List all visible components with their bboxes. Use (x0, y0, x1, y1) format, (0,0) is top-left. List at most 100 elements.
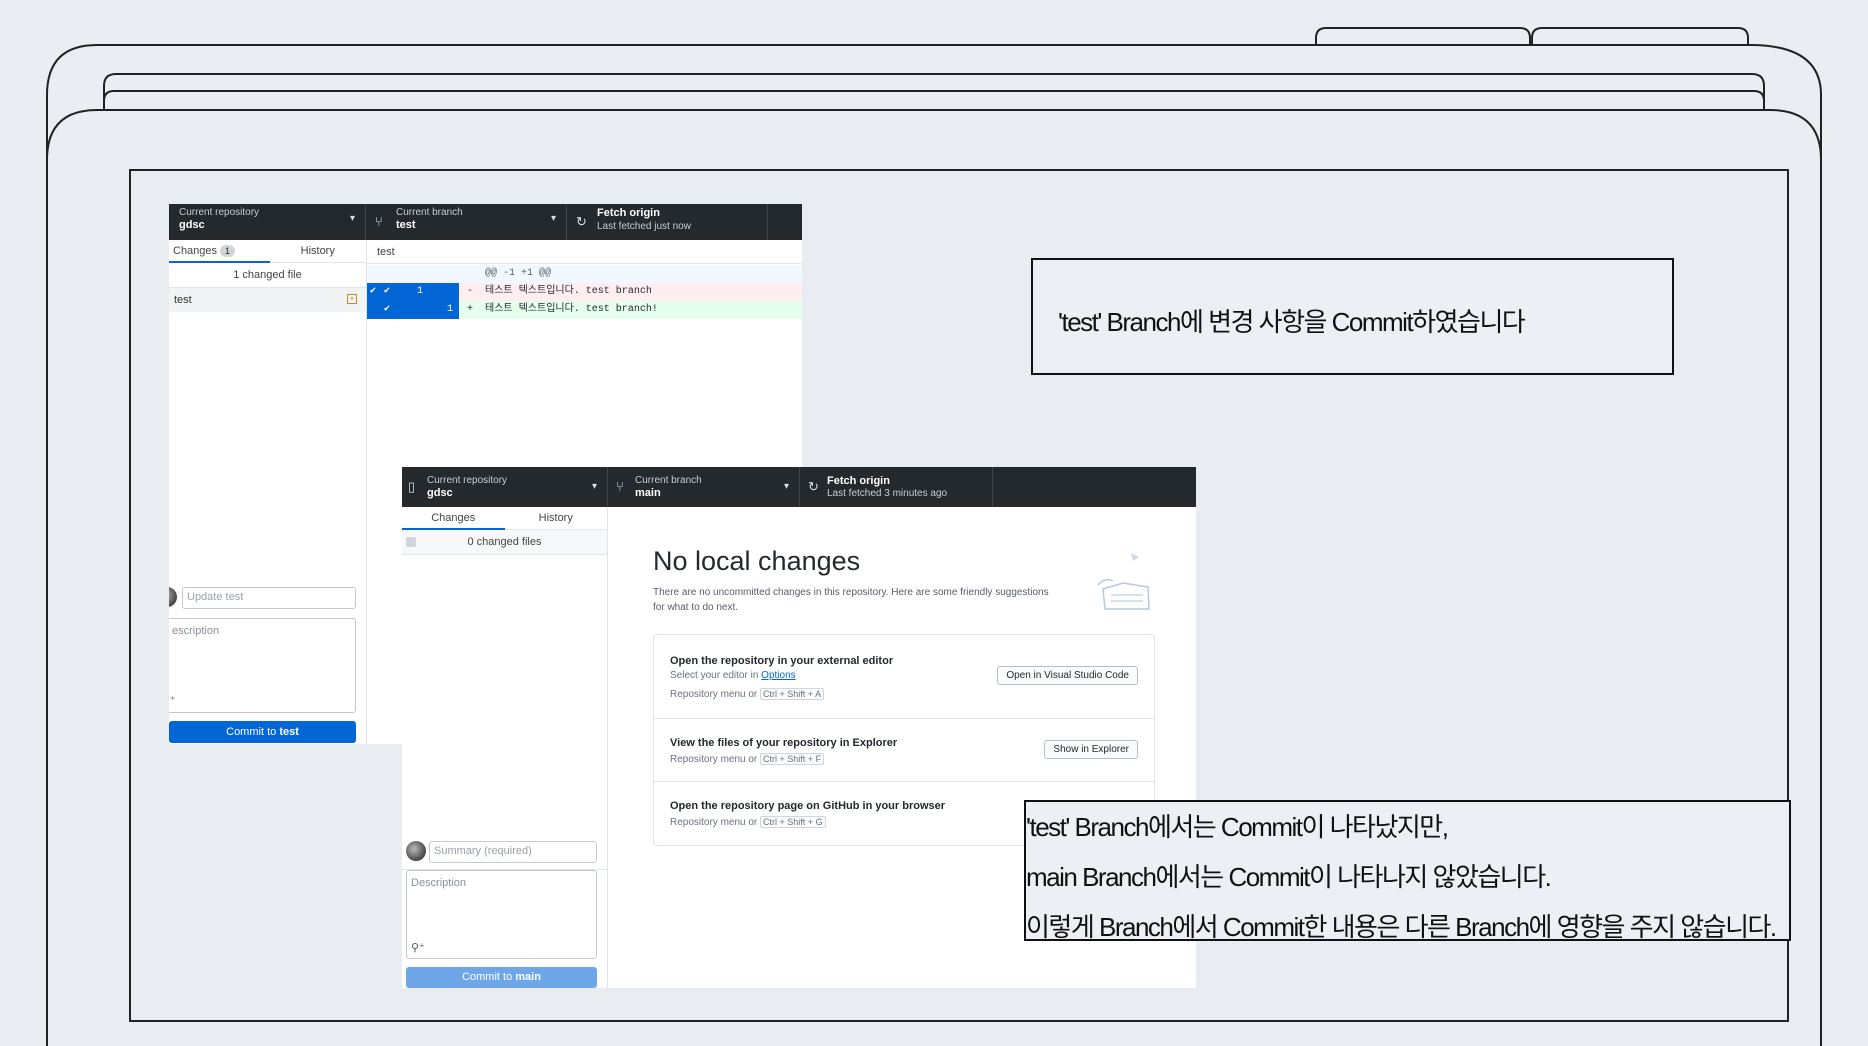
fetch-sub: Last fetched 3 minutes ago (827, 488, 948, 499)
shortcut-keys: Ctrl + Shift + G (760, 816, 826, 828)
diff-line-added[interactable]: ✔ 1 + 테스트 텍스트입니다. test branch! (367, 301, 802, 319)
tab-history[interactable]: History (505, 507, 608, 529)
no-changes-subtext: There are no uncommitted changes in this… (653, 585, 1049, 615)
file-name: test (174, 294, 192, 306)
current-repository-button[interactable]: Current repository gdsc ▾ (169, 204, 366, 240)
diff-file-header: test (367, 240, 802, 264)
repo-name: gdsc (179, 219, 205, 231)
tab-changes-label: Changes (431, 512, 476, 524)
annotation-text: 'test' Branch에 변경 사항을 Commit하였습니다 (1058, 307, 1526, 337)
branch-label: Current branch (635, 475, 702, 486)
new-line-number: 1 (447, 304, 454, 315)
list-item[interactable]: test • (169, 288, 366, 312)
show-in-explorer-button[interactable]: Show in Explorer (1044, 740, 1138, 759)
branch-icon: ⑂ (616, 479, 624, 494)
commit-prefix: Commit to (226, 726, 280, 738)
options-link[interactable]: Options (761, 670, 795, 681)
current-branch-button[interactable]: ⑂ Current branch main ▾ (608, 467, 800, 507)
commit-branch: main (515, 971, 541, 983)
chevron-down-icon: ▾ (550, 213, 556, 224)
fetch-title: Fetch origin (597, 207, 660, 219)
old-line-number: 1 (417, 286, 424, 297)
changes-count-badge: 1 (220, 245, 236, 257)
changed-files-count: 1 changed file (233, 269, 302, 281)
card-shortcut: Repository menu or Ctrl + Shift + F (670, 753, 825, 765)
tab-changes[interactable]: Changes 1 (169, 240, 270, 263)
shortcut-prefix: Repository menu or (670, 689, 761, 700)
shortcut-keys: Ctrl + Shift + A (760, 688, 825, 700)
branch-icon: ⑂ (375, 214, 383, 229)
card-sub-prefix: Select your editor in (670, 670, 762, 681)
line-gutter[interactable]: ✔ ✔ 1 (367, 283, 459, 301)
shortcut-keys: Ctrl + Shift + F (760, 753, 825, 765)
open-in-editor-button[interactable]: Open in Visual Studio Code (997, 666, 1138, 685)
description-input[interactable]: escription ⁺ (169, 618, 356, 713)
check-icon: ✔ (384, 304, 391, 315)
card-shortcut: Repository menu or Ctrl + Shift + A (670, 688, 825, 700)
repo-label: Current repository (179, 207, 260, 218)
tab-history[interactable]: History (270, 240, 367, 262)
tab-history-label: History (538, 512, 573, 524)
add-coauthor-icon[interactable]: ⚲⁺ (411, 941, 425, 954)
select-all-checkbox[interactable] (406, 537, 416, 547)
fetch-origin-button[interactable]: ↻ Fetch origin Last fetched 3 minutes ag… (800, 467, 993, 507)
suggestion-card-editor: Open the repository in your external edi… (654, 635, 1154, 718)
card-title: Open the repository page on GitHub in yo… (670, 800, 946, 812)
subtext-line-2: for what to do next. (653, 602, 739, 613)
toolbar: Current repository gdsc ▾ ⑂ Current bran… (169, 204, 802, 240)
card-shortcut: Repository menu or Ctrl + Shift + G (670, 816, 826, 828)
commit-button[interactable]: Commit to test (169, 721, 356, 743)
fetch-origin-button[interactable]: ↻ Fetch origin Last fetched just now (567, 204, 768, 240)
avatar (406, 841, 426, 861)
check-icon: ✔ (370, 286, 377, 297)
diff-hunk-header: @@ -1 +1 @@ (367, 265, 802, 283)
fetch-sub: Last fetched just now (597, 221, 691, 232)
commit-prefix: Commit to (462, 971, 516, 983)
branch-name: test (396, 219, 416, 231)
summary-input[interactable]: Update test (182, 587, 356, 609)
commit-button[interactable]: Commit to main (406, 967, 597, 988)
annotation-line-3: 이렇게 Branch에서 Commit한 내용은 다른 Branch에 영향을 … (1026, 912, 1777, 942)
sync-icon: ↻ (808, 479, 819, 494)
tab-history-label: History (300, 245, 335, 257)
removed-line-text: - 테스트 텍스트입니다. test branch (467, 286, 652, 297)
changed-files-header: 1 changed file (169, 263, 366, 288)
page-title: No local changes (653, 546, 861, 576)
suggestion-card-explorer: View the files of your repository in Exp… (654, 718, 1154, 782)
changed-files-count: 0 changed files (467, 536, 542, 548)
file-modified-icon: • (347, 294, 357, 304)
summary-placeholder: Summary (required) (434, 845, 532, 857)
summary-input[interactable]: Summary (required) (429, 841, 597, 863)
subtext-line-1: There are no uncommitted changes in this… (653, 587, 1049, 598)
annotation-line-1: 'test' Branch에서는 Commit이 나타났지만, (1026, 812, 1449, 842)
card-title: Open the repository in your external edi… (670, 655, 894, 667)
current-branch-button[interactable]: ⑂ Current branch test ▾ (366, 204, 567, 240)
sidebar-tabs: Changes 1 History (169, 240, 366, 263)
description-placeholder: escription (172, 625, 220, 637)
repo-name: gdsc (427, 487, 453, 499)
diff-line-removed[interactable]: ✔ ✔ 1 - 테스트 텍스트입니다. test branch (367, 283, 802, 301)
annotation-box-2: 'test' Branch에서는 Commit이 나타났지만, main Bra… (1024, 800, 1791, 942)
check-icon: ✔ (384, 286, 391, 297)
current-repository-button[interactable]: ▯ Current repository gdsc ▾ (402, 467, 608, 507)
shortcut-prefix: Repository menu or (670, 817, 761, 828)
annotation-box-1: 'test' Branch에 변경 사항을 Commit하였습니다 (1031, 258, 1674, 375)
changed-files-header: 0 changed files (402, 530, 607, 555)
tab-changes-label: Changes (173, 245, 218, 257)
description-input[interactable]: Description ⚲⁺ (406, 870, 597, 959)
branch-label: Current branch (396, 207, 463, 218)
annotation-line-2: main Branch에서는 Commit이 나타나지 않았습니다. (1026, 862, 1552, 892)
shortcut-prefix: Repository menu or (670, 754, 761, 765)
card-title: View the files of your repository in Exp… (670, 737, 898, 749)
card-sub: Select your editor in Options (670, 670, 796, 681)
add-coauthor-icon[interactable]: ⁺ (170, 695, 175, 706)
diff-file-name: test (377, 246, 395, 258)
chevron-down-icon: ▾ (349, 213, 355, 224)
sidebar-tabs: Changes History (402, 507, 607, 530)
description-placeholder: Description (411, 877, 467, 889)
line-gutter[interactable]: ✔ 1 (367, 301, 459, 319)
toolbar: ▯ Current repository gdsc ▾ ⑂ Current br… (402, 467, 1196, 507)
sync-icon: ↻ (576, 214, 587, 229)
summary-placeholder: Update test (187, 591, 244, 603)
tab-changes[interactable]: Changes (402, 507, 505, 530)
